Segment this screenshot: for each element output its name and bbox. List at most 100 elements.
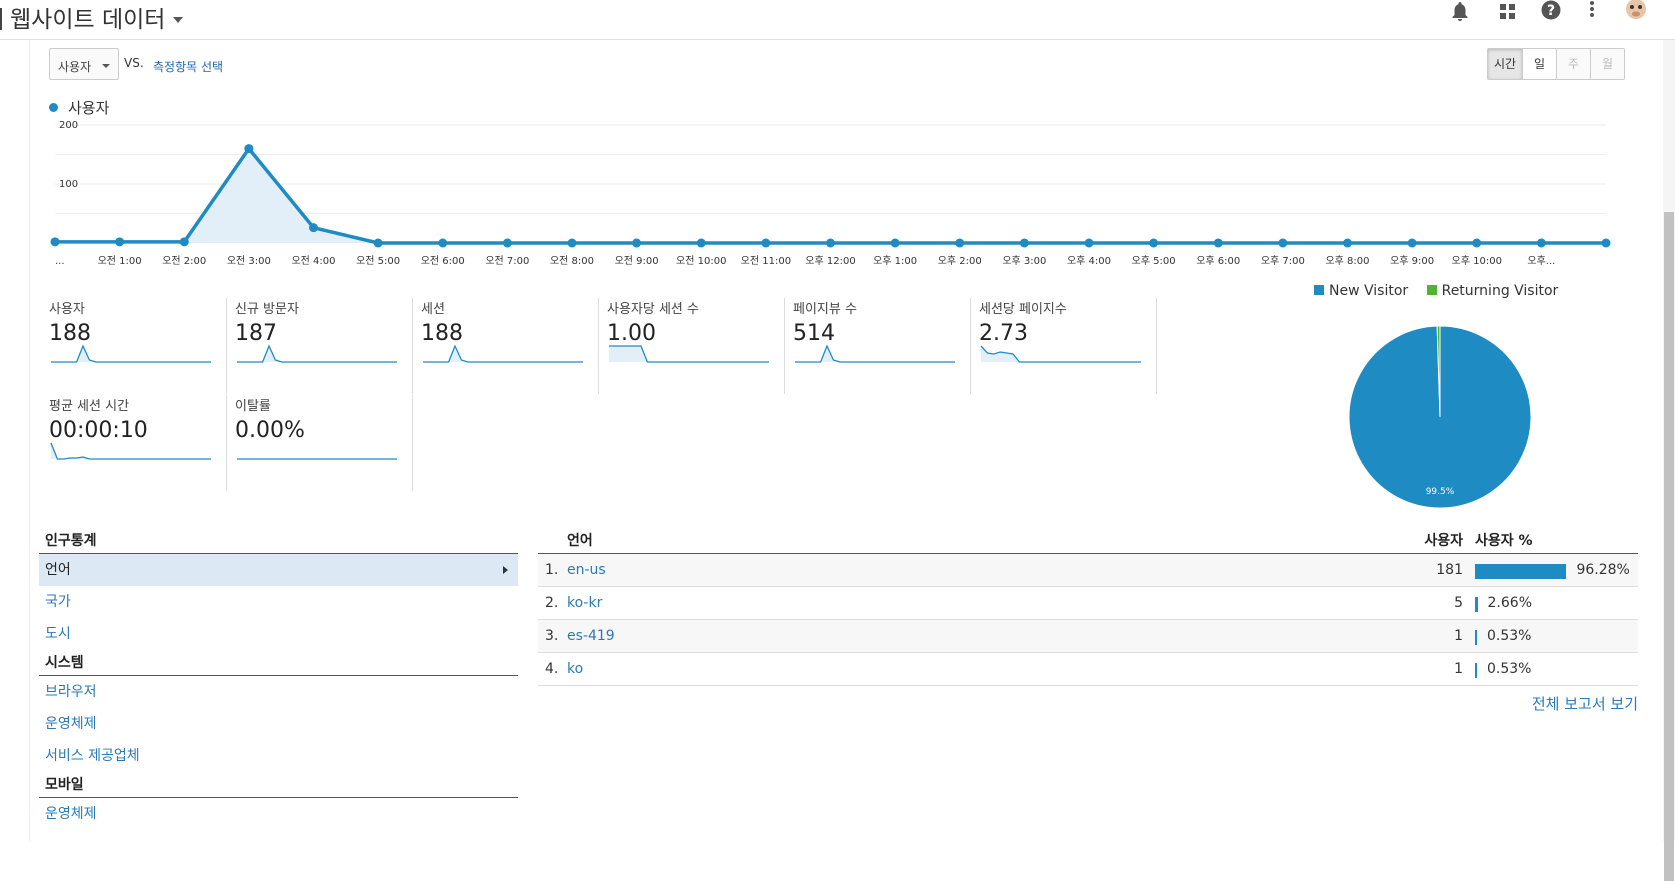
y-tick-label: 200: [59, 120, 78, 131]
data-point[interactable]: [1536, 238, 1546, 248]
pie-chart: 99.5%: [1348, 325, 1532, 509]
metric-tile[interactable]: 평균 세션 시간 00:00:10: [49, 395, 227, 491]
legend-swatch-new: [1314, 285, 1324, 295]
data-point[interactable]: [179, 237, 189, 247]
share-bar: [1475, 597, 1478, 612]
data-point[interactable]: [1278, 238, 1288, 248]
pick-metric-link[interactable]: 측정항목 선택: [153, 58, 223, 75]
period-button-month[interactable]: 월: [1590, 49, 1624, 79]
data-point[interactable]: [502, 238, 512, 248]
row-language-link[interactable]: ko: [567, 653, 583, 686]
metric-tile[interactable]: 사용자 188: [49, 298, 227, 394]
metric-tile[interactable]: 이탈률 0.00%: [235, 395, 413, 491]
chevron-down-icon: [102, 64, 110, 68]
nav-item[interactable]: 운영체제: [39, 708, 518, 740]
row-rank: 4.: [545, 661, 559, 677]
property-title: 웹사이트 데이터: [10, 7, 166, 33]
row-users-pct: 0.53%: [1487, 661, 1532, 677]
scrollbar-thumb[interactable]: [1664, 212, 1674, 881]
data-point[interactable]: [309, 223, 318, 233]
data-point[interactable]: [1019, 238, 1029, 248]
nav-item[interactable]: 브라우저: [39, 676, 518, 708]
sparkline: [609, 345, 769, 363]
row-users-pct: 2.66%: [1487, 595, 1532, 611]
top-bar: 웹사이트 데이터 ?: [0, 0, 1675, 40]
x-tick-label: 오후 3:00: [1002, 255, 1046, 267]
row-language-link[interactable]: es-419: [567, 620, 615, 653]
row-rank: 1.: [545, 562, 559, 578]
nav-item[interactable]: 도시: [39, 618, 518, 650]
metric-tile[interactable]: 사용자당 세션 수 1.00: [607, 298, 785, 394]
metric-label: 사용자: [49, 302, 85, 317]
chart-legend: 사용자: [49, 97, 109, 118]
nav-item[interactable]: 언어: [39, 554, 518, 586]
metric-label: 세션당 페이지수: [979, 302, 1067, 317]
data-point[interactable]: [567, 238, 577, 248]
period-button-week[interactable]: 주: [1556, 49, 1590, 79]
x-tick-label: 오후 5:00: [1132, 255, 1176, 267]
pie-slice-label: 99.5%: [1426, 487, 1455, 497]
data-point[interactable]: [115, 237, 125, 247]
data-point[interactable]: [696, 238, 706, 248]
scrollbar[interactable]: [1663, 40, 1675, 881]
x-tick-label: 오전 11:00: [741, 255, 791, 267]
data-point[interactable]: [1601, 238, 1611, 248]
data-point[interactable]: [50, 237, 60, 247]
row-language-link[interactable]: en-us: [567, 554, 606, 587]
nav-item-label: 언어: [45, 562, 71, 578]
data-point[interactable]: [1149, 238, 1159, 248]
data-point[interactable]: [955, 238, 965, 248]
metric-select[interactable]: 사용자: [49, 48, 119, 80]
nav-item-label: 운영체제: [45, 716, 97, 732]
x-tick-label: 오전 9:00: [615, 255, 659, 267]
data-point[interactable]: [632, 238, 642, 248]
nav-item-label: 운영체제: [45, 806, 97, 822]
full-report-link[interactable]: 전체 보고서 보기: [1532, 693, 1638, 714]
data-point[interactable]: [1407, 238, 1417, 248]
metric-label: 페이지뷰 수: [793, 302, 857, 317]
property-selector[interactable]: 웹사이트 데이터: [0, 0, 184, 34]
apps-grid-icon[interactable]: [1496, 0, 1520, 28]
data-point[interactable]: [1084, 238, 1094, 248]
row-language-link[interactable]: ko-kr: [567, 587, 602, 620]
help-icon[interactable]: ?: [1539, 0, 1563, 28]
metric-tile[interactable]: 페이지뷰 수 514: [793, 298, 971, 394]
avatar[interactable]: [1618, 0, 1654, 30]
data-point[interactable]: [1472, 238, 1482, 248]
sparkline: [237, 458, 397, 460]
data-point[interactable]: [826, 238, 835, 248]
report-nav: 인구통계 언어 국가 도시 시스템 브라우저 운영체제 서비스 제공업체 모바일 운영체제: [39, 528, 518, 830]
period-button-day[interactable]: 일: [1522, 49, 1556, 79]
period-button-hour[interactable]: 시간: [1488, 49, 1522, 79]
x-tick-label: 오전 3:00: [227, 255, 271, 267]
chevron-right-icon: [503, 566, 508, 574]
nav-item[interactable]: 운영체제: [39, 798, 518, 830]
x-tick-label: 오전 4:00: [291, 255, 335, 267]
col-language: 언어: [567, 533, 593, 549]
data-point[interactable]: [438, 238, 448, 248]
col-users-pct: 사용자 %: [1475, 533, 1533, 549]
data-point[interactable]: [373, 238, 383, 248]
row-users: 5: [1454, 595, 1463, 611]
divider: [0, 8, 2, 30]
data-point[interactable]: [1213, 238, 1223, 248]
y-tick-label: 100: [59, 179, 78, 190]
data-point[interactable]: [1343, 238, 1352, 248]
metric-tile[interactable]: 세션 188: [421, 298, 599, 394]
nav-item[interactable]: 국가: [39, 586, 518, 618]
nav-item[interactable]: 서비스 제공업체: [39, 740, 518, 772]
data-point[interactable]: [890, 238, 900, 248]
nav-item-label: 서비스 제공업체: [45, 748, 140, 764]
language-table: 언어 사용자 사용자 % 1. en-us 181 96.28% 2. ko-kr 5 2.6…: [538, 528, 1638, 686]
metric-tile[interactable]: 세션당 페이지수 2.73: [979, 298, 1157, 394]
data-point[interactable]: [761, 238, 771, 248]
x-tick-label: 오전 5:00: [356, 255, 400, 267]
bell-icon[interactable]: [1448, 0, 1472, 28]
more-vert-icon[interactable]: [1580, 0, 1604, 28]
x-tick-label: 오전 2:00: [162, 255, 206, 267]
metric-label: 사용자당 세션 수: [607, 302, 699, 317]
row-users-pct: 0.53%: [1487, 628, 1532, 644]
metric-tile[interactable]: 신규 방문자 187: [235, 298, 413, 394]
sparkline: [795, 344, 955, 363]
data-point[interactable]: [244, 144, 254, 154]
